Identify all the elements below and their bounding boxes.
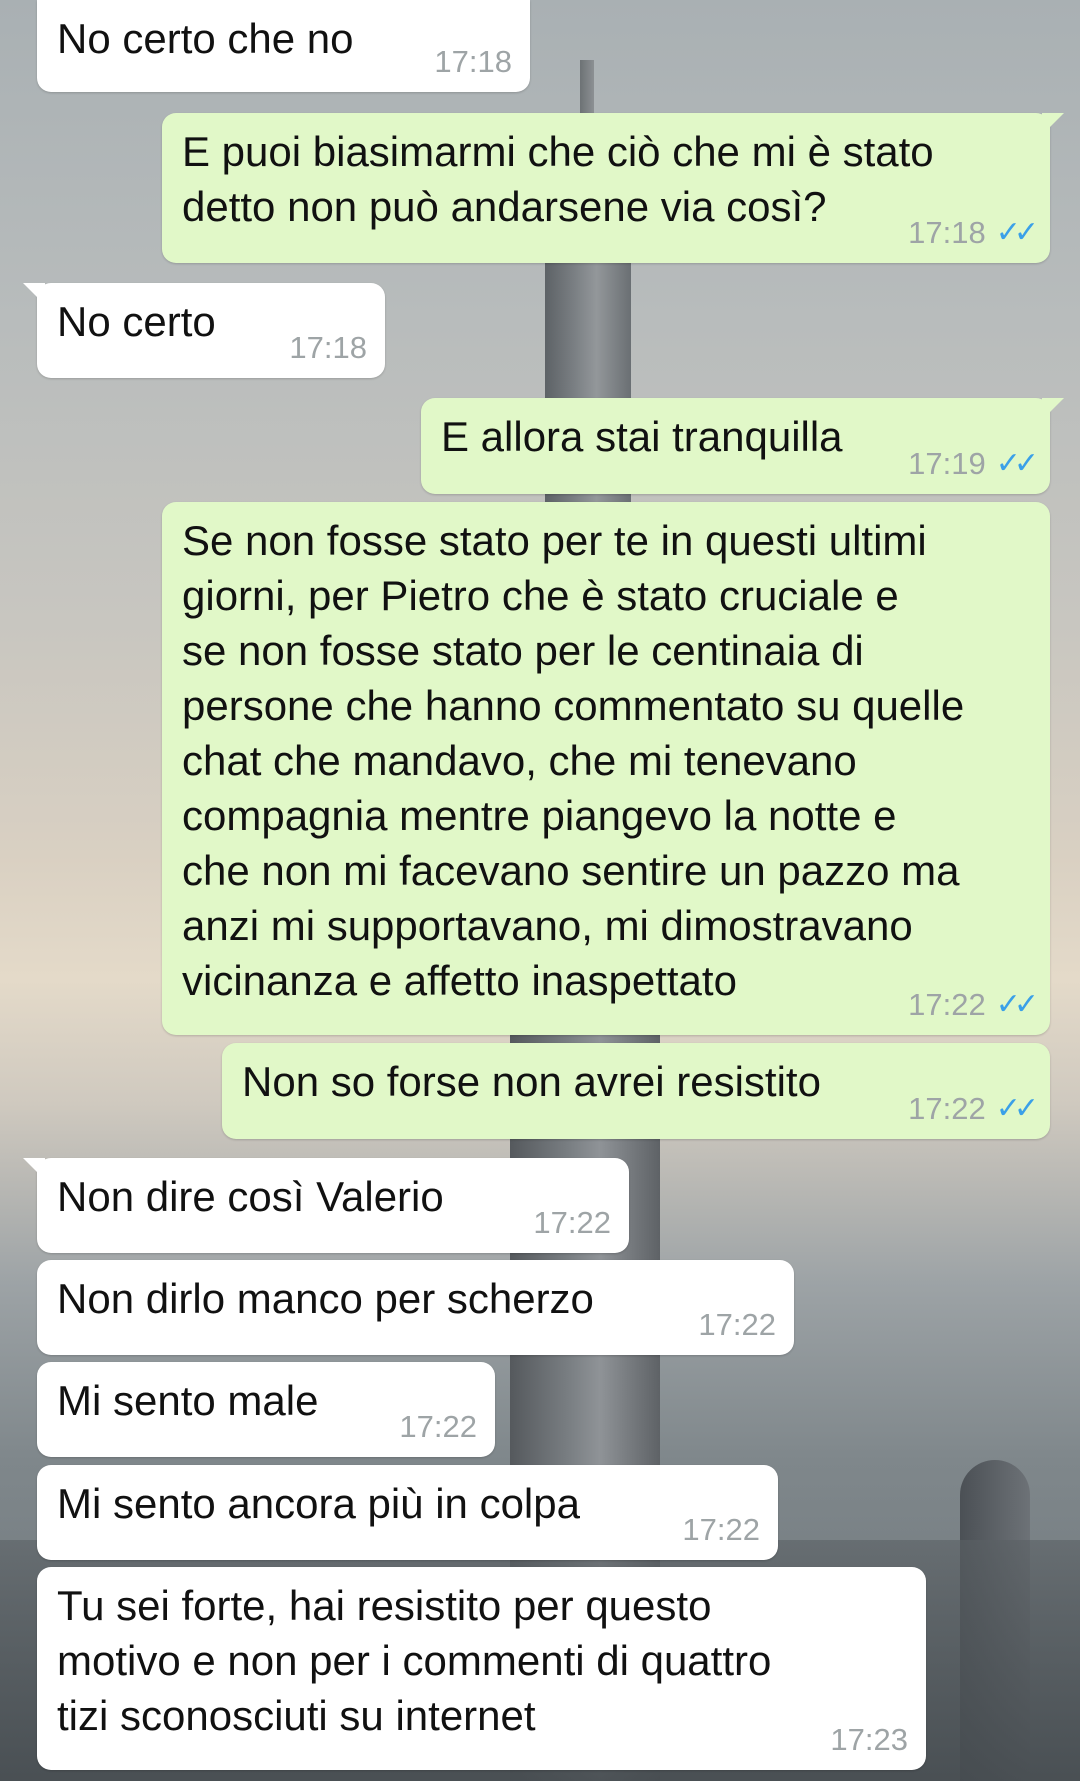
message-incoming[interactable]: Mi sento ancora più in colpa 17:22: [37, 1465, 778, 1560]
message-time: 17:22: [908, 987, 986, 1022]
bubble-tail: [23, 283, 45, 305]
message-text: E puoi biasimarmi che ciò che mi è stato…: [182, 128, 934, 230]
message-outgoing[interactable]: Se non fosse stato per te in questi ulti…: [162, 502, 1050, 1035]
message-time: 17:18: [434, 44, 512, 79]
message-incoming[interactable]: Non dire così Valerio 17:22: [23, 1158, 629, 1253]
message-time: 17:19: [908, 446, 986, 481]
message-meta: 17:22 ✓✓: [908, 987, 1039, 1023]
message-time: 17:18: [289, 330, 367, 365]
message-time: 17:22: [682, 1512, 760, 1547]
message-outgoing[interactable]: Non so forse non avrei resistito 17:22 ✓…: [222, 1043, 1050, 1139]
bubble-tail: [23, 1158, 45, 1180]
message-meta: 17:22: [533, 1205, 611, 1241]
message-time: 17:18: [908, 215, 986, 250]
message-incoming[interactable]: No certo 17:18: [23, 283, 385, 378]
message-time: 17:22: [533, 1205, 611, 1240]
bubble-tail: [1042, 398, 1064, 420]
message-text: Tu sei forte, hai resistito per questo m…: [57, 1582, 772, 1739]
message-meta: 17:18: [289, 330, 367, 366]
message-outgoing[interactable]: E puoi biasimarmi che ciò che mi è stato…: [162, 113, 1064, 263]
message-incoming[interactable]: Tu sei forte, hai resistito per questo m…: [37, 1567, 926, 1770]
message-time: 17:22: [698, 1307, 776, 1342]
message-meta: 17:22: [399, 1409, 477, 1445]
message-incoming[interactable]: Mi sento male 17:22: [37, 1362, 495, 1457]
message-outgoing[interactable]: E allora stai tranquilla 17:19 ✓✓: [421, 398, 1064, 494]
double-check-icon: ✓✓: [995, 216, 1039, 249]
double-check-icon: ✓✓: [995, 1092, 1039, 1125]
message-meta: 17:22: [698, 1307, 776, 1343]
message-text: Mi sento ancora più in colpa: [57, 1480, 580, 1527]
message-meta: 17:18: [434, 44, 512, 80]
double-check-icon: ✓✓: [995, 988, 1039, 1021]
double-check-icon: ✓✓: [995, 447, 1039, 480]
message-time: 17:23: [830, 1722, 908, 1757]
message-text: Non dirlo manco per scherzo: [57, 1275, 594, 1322]
message-time: 17:22: [908, 1091, 986, 1126]
message-time: 17:22: [399, 1409, 477, 1444]
message-text: Non dire così Valerio: [57, 1173, 444, 1220]
message-meta: 17:19 ✓✓: [908, 446, 1039, 482]
message-incoming[interactable]: No certo che no 17:18: [37, 0, 530, 92]
message-incoming[interactable]: Non dirlo manco per scherzo 17:22: [37, 1260, 794, 1355]
message-meta: 17:23: [830, 1722, 908, 1758]
message-meta: 17:22: [682, 1512, 760, 1548]
message-text: Se non fosse stato per te in questi ulti…: [182, 517, 965, 1004]
message-meta: 17:18 ✓✓: [908, 215, 1039, 251]
message-meta: 17:22 ✓✓: [908, 1091, 1039, 1127]
bubble-tail: [1042, 113, 1064, 135]
